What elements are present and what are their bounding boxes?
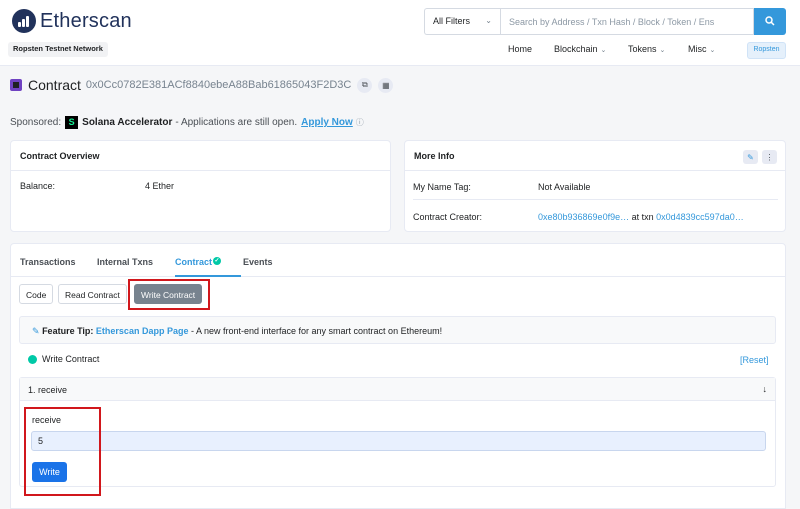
connected-status-dot [28,355,37,365]
sponsored-label: Sponsored: [10,117,62,128]
tab-contract-label: Contract [175,257,213,267]
nav-home[interactable]: Home [508,44,532,54]
tab-contract[interactable]: Contract ✓ [175,257,222,267]
write-status-label: Write Contract [42,354,100,364]
creator-label: Contract Creator: [413,212,483,222]
brand-name: Etherscan [40,9,132,32]
creator-address-link[interactable]: 0xe80b936869e0f9e… [538,212,629,222]
search-filter-label: All Filters [433,16,471,26]
more-info-title: More Info [405,141,785,171]
qr-code-icon[interactable]: ▦ [378,77,394,93]
tab-transactions[interactable]: Transactions [20,257,76,267]
reset-link[interactable]: [Reset] [740,355,769,365]
more-options-icon[interactable]: ⋮ [762,150,777,164]
function-accordion: 1. receive ↓ receive Write [19,377,776,487]
balance-value: 4 Ether [145,181,175,191]
verified-check-icon: ✓ [213,257,222,265]
apply-now-link[interactable]: Apply Now [301,117,353,128]
annotation-highlight-box [128,279,210,310]
balance-label: Balance: [20,181,56,191]
arrow-down-icon: ↓ [762,384,768,394]
search-filter-select[interactable]: All Filters ⌄ [424,8,500,35]
contract-title: Contract 0x0Cc0782E381ACf8840ebeA88Bab61… [10,77,394,93]
edit-tag-icon[interactable]: ✎ [743,150,758,164]
name-tag-value: Not Available [538,182,591,192]
nav-blockchain-label: Blockchain [554,44,598,54]
network-switch-button[interactable]: Ropsten [747,42,786,59]
feature-tip: ✎ Feature Tip: Etherscan Dapp Page - A n… [19,316,776,344]
nav-misc-label: Misc [688,44,707,54]
function-title: 1. receive [28,385,68,395]
active-tab-indicator [175,275,241,277]
info-icon: ⓘ [355,118,364,127]
creator-info: 0xe80b936869e0f9e… at txn 0x0d4839cc597d… [538,212,744,222]
write-status: Write Contract [28,354,100,365]
contract-overview-card: Contract Overview Balance: 4 Ether [10,140,391,232]
code-button[interactable]: Code [19,284,54,304]
copy-icon[interactable]: ⧉ [357,77,373,93]
creator-txn-link[interactable]: 0x0d4839cc597da0… [656,212,744,222]
page-title: Contract [28,77,81,93]
solana-logo-icon: S [65,116,79,129]
sponsored-text: - Applications are still open. [175,117,298,128]
dapp-page-link[interactable]: Etherscan Dapp Page [96,326,189,336]
search-icon [765,16,775,26]
chevron-down-icon: ⌄ [709,47,716,54]
chevron-down-icon: ⌄ [600,47,607,54]
etherscan-logo-icon [12,9,36,33]
nav-tokens[interactable]: Tokens ⌄ [628,44,665,54]
contract-overview-title: Contract Overview [11,141,390,171]
feature-tip-label: Feature Tip: [42,326,94,336]
read-contract-button[interactable]: Read Contract [58,284,127,304]
contract-address: 0x0Cc0782E381ACf8840ebeA88Bab61865043F2D… [85,79,352,91]
tab-events[interactable]: Events [243,257,273,267]
nav-tokens-label: Tokens [628,44,657,54]
tab-bar: Transactions Internal Txns Contract ✓ Eve… [11,244,785,277]
top-header: Etherscan Ropsten Testnet Network All Fi… [0,0,800,66]
name-tag-label: My Name Tag: [413,182,471,192]
search-input[interactable] [500,8,754,35]
feature-tip-text: - A new front-end interface for any smar… [190,326,443,336]
contract-icon [10,79,22,91]
search-button[interactable] [754,8,786,35]
annotation-highlight-box [24,407,101,496]
sponsor-name: Solana Accelerator [82,117,173,128]
magic-wand-icon: ✎ [32,326,40,336]
etherscan-logo[interactable]: Etherscan [12,9,132,33]
divider [413,199,778,200]
more-info-card: More Info ✎ ⋮ My Name Tag: Not Available… [404,140,786,232]
nav-misc[interactable]: Misc ⌄ [688,44,715,54]
sponsored-banner: Sponsored: S Solana Accelerator - Applic… [10,116,364,129]
network-badge: Ropsten Testnet Network [8,42,108,57]
nav-blockchain[interactable]: Blockchain ⌄ [554,44,606,54]
function-header[interactable]: 1. receive ↓ [20,378,775,401]
at-txn-text: at txn [631,212,654,222]
chevron-down-icon: ⌄ [659,47,666,54]
receive-input[interactable] [31,431,766,451]
tab-internal-txns[interactable]: Internal Txns [97,257,153,267]
chevron-down-icon: ⌄ [485,16,492,25]
